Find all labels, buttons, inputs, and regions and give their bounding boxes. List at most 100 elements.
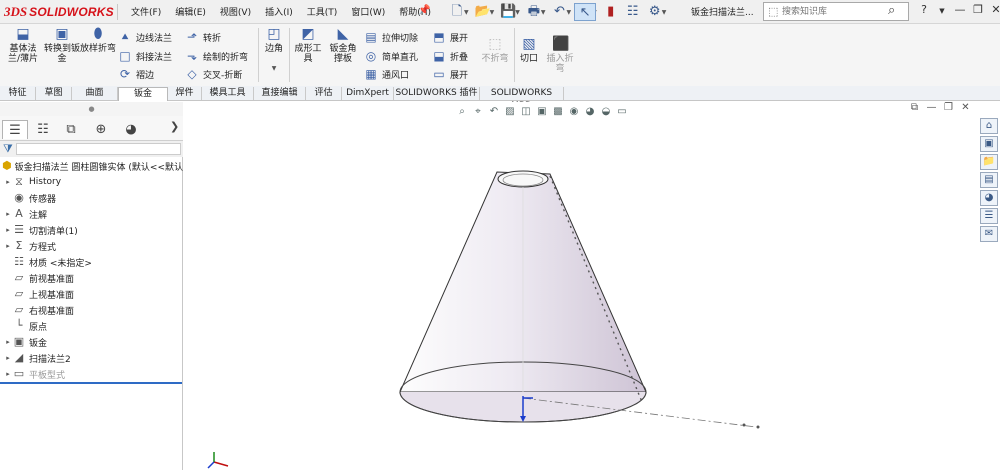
tab-surfaces[interactable]: 曲面 — [72, 87, 118, 100]
expand-arrow-icon[interactable]: ▸ — [4, 242, 12, 250]
edge-flange-label: 边线法兰 — [136, 33, 173, 44]
filter-funnel-icon[interactable]: ⧩ — [3, 142, 13, 156]
tree-item[interactable]: ▱ 上视基准面 — [0, 286, 183, 302]
feature-manager-tab-icon[interactable]: ☰ — [2, 120, 28, 139]
custom-properties-icon[interactable]: ☰ — [980, 208, 998, 224]
tree-item[interactable]: ▸ A 注解 — [0, 206, 183, 222]
expand-arrow-icon[interactable]: ▸ — [4, 354, 12, 362]
tab-sketch[interactable]: 草图 — [36, 87, 72, 100]
rollback-bar[interactable] — [0, 382, 182, 384]
simple-hole-button[interactable]: ◎ 简单直孔 — [364, 48, 418, 64]
configuration-manager-tab-icon[interactable]: ⧉ — [58, 120, 84, 139]
expand-arrow-icon[interactable]: ▸ — [4, 226, 12, 234]
minimize-icon[interactable]: — — [951, 3, 969, 19]
menu-view[interactable]: 视图(V) — [220, 5, 251, 18]
forum-icon[interactable]: ✉ — [980, 226, 998, 242]
undo-icon[interactable]: ↶ — [549, 3, 571, 21]
tab-direct-editing[interactable]: 直接编辑 — [254, 87, 306, 100]
tree-item[interactable]: ▱ 右视基准面 — [0, 302, 183, 318]
unfold-button[interactable]: ⬒ 展开 — [432, 29, 468, 45]
tab-weldments[interactable]: 焊件 — [168, 87, 202, 100]
fold-button[interactable]: ⬓ 折叠 — [432, 48, 468, 64]
file-properties-icon[interactable]: ☷ — [622, 3, 644, 21]
close-icon[interactable]: ✕ — [987, 3, 1000, 19]
menu-file[interactable]: 文件(F) — [131, 5, 161, 18]
design-library-icon[interactable]: ▣ — [980, 136, 998, 152]
tree-item[interactable]: ▸ ◢ 扫描法兰2 — [0, 350, 183, 366]
material-icon: ☷ — [14, 255, 24, 268]
file-explorer-icon[interactable]: 📁 — [980, 154, 998, 170]
tree-item[interactable]: ▸ ☰ 切割清单(1) — [0, 222, 183, 238]
tab-evaluate[interactable]: 评估 — [306, 87, 342, 100]
display-manager-tab-icon[interactable]: ◕ — [118, 120, 144, 139]
print-icon[interactable]: 🖶 — [523, 3, 545, 21]
menu-edit[interactable]: 编辑(E) — [175, 5, 206, 18]
rebuild-traffic-light-icon[interactable]: ▮ — [600, 3, 622, 21]
tree-item[interactable]: ▸ ⧖ History — [0, 174, 183, 190]
forming-tool-button[interactable]: ◩ 成形工具 — [292, 26, 324, 64]
search-icon[interactable]: ⌕ — [888, 3, 895, 18]
tab-solidworks-addins[interactable]: SOLIDWORKS 插件 — [394, 87, 480, 100]
expand-arrow-icon[interactable]: ▸ — [4, 178, 12, 186]
new-document-icon[interactable]: 🗋 — [446, 3, 468, 21]
no-bends-button[interactable]: ⬚ 不折弯 — [478, 36, 512, 64]
search-knowledge-base[interactable]: ⬚ ⌕ — [763, 2, 909, 21]
home-icon[interactable]: ⌂ — [980, 118, 998, 134]
chevron-down-icon[interactable]: ▼ — [933, 3, 951, 19]
sketched-bend-button[interactable]: ⬎ 绘制的折弯 — [185, 48, 248, 64]
appearances-icon[interactable]: ◕ — [980, 190, 998, 206]
hem-button[interactable]: ⟳ 褶边 — [118, 66, 154, 82]
tree-item[interactable]: ▱ 前视基准面 — [0, 270, 183, 286]
menu-insert[interactable]: 插入(I) — [265, 5, 293, 18]
tab-dimxpert[interactable]: DimXpert — [342, 87, 394, 100]
tab-solidworks-mbd[interactable]: SOLIDWORKS MBD — [480, 87, 564, 111]
sheet-metal-gusset-button[interactable]: ◣ 钣金角撑板 — [326, 26, 360, 64]
tree-item[interactable]: ▸ Σ 方程式 — [0, 238, 183, 254]
convert-to-sheet-metal-button[interactable]: ▣ 转换到钣金 — [44, 26, 80, 64]
chevron-down-icon[interactable]: ▼ — [261, 64, 287, 74]
chevron-right-icon[interactable]: ❯ — [170, 120, 179, 133]
open-folder-icon[interactable]: 📂 — [472, 3, 494, 21]
filter-input[interactable] — [16, 143, 181, 155]
menu-window[interactable]: 窗口(W) — [351, 5, 385, 18]
view-palette-icon[interactable]: ▤ — [980, 172, 998, 188]
tab-sheet-metal[interactable]: 钣金 — [118, 87, 168, 101]
expand-arrow-icon[interactable]: ▸ — [4, 210, 12, 218]
help-button[interactable]: ? — [915, 3, 933, 19]
tree-item[interactable]: └ 原点 — [0, 318, 183, 334]
tree-item[interactable]: ▸ ▣ 钣金 — [0, 334, 183, 350]
dimxpert-manager-tab-icon[interactable]: ⊕ — [88, 120, 114, 139]
flatten-button[interactable]: ▭ 展开 — [432, 66, 468, 82]
tree-item[interactable]: ☷ 材质 <未指定> — [0, 254, 183, 270]
edge-flange-button[interactable]: ⯅ 边线法兰 — [118, 29, 172, 45]
pin-menu-icon[interactable]: 📌 — [418, 5, 430, 16]
options-gear-icon[interactable]: ⚙ — [644, 3, 666, 21]
vent-button[interactable]: ▦ 通风口 — [364, 66, 409, 82]
graphics-area[interactable]: ⌕ ⌖ ↶ ▨ ◫ ▣ ▩ ◉ ◕ ◒ ▭ ⧉ — ❐ ✕ — [184, 102, 978, 470]
tree-item[interactable]: ◉ 传感器 — [0, 190, 183, 206]
cone-model[interactable] — [399, 170, 647, 423]
solidworks-logo[interactable]: 3DS SOLIDWORKS — [4, 3, 114, 21]
rip-button[interactable]: ▧ 切口 — [517, 36, 541, 64]
tab-features[interactable]: 特征 — [0, 87, 36, 100]
select-cursor-icon[interactable]: ↖ — [574, 3, 597, 21]
corners-button[interactable]: ◰ 边角 ▼ — [261, 26, 287, 74]
tree-root[interactable]: ⬢ 钣金扫描法兰 圆柱圆锥实体 (默认<<默认 — [0, 158, 183, 174]
jog-button[interactable]: ⬏ 转折 — [185, 29, 221, 45]
base-flange-button[interactable]: ⬓ 基体法兰/薄片 — [4, 26, 42, 64]
miter-flange-button[interactable]: □ 斜接法兰 — [118, 48, 172, 64]
search-input[interactable] — [782, 4, 886, 19]
expand-arrow-icon[interactable]: ▸ — [4, 370, 12, 378]
restore-icon[interactable]: ❐ — [969, 3, 987, 19]
tree-item[interactable]: ▸ ▭ 平板型式 — [0, 366, 183, 382]
property-manager-tab-icon[interactable]: ☷ — [30, 120, 56, 139]
tab-mold-tools[interactable]: 模具工具 — [202, 87, 254, 100]
menu-tools[interactable]: 工具(T) — [307, 5, 338, 18]
expand-arrow-icon[interactable]: ▸ — [4, 338, 12, 346]
extruded-cut-button[interactable]: ▤ 拉伸切除 — [364, 29, 418, 45]
insert-bends-button[interactable]: ⬛ 插入折弯 — [543, 36, 577, 74]
lofted-bend-button[interactable]: ⬮ 放样折弯 — [80, 26, 116, 54]
cross-break-button[interactable]: ◇ 交叉-折断 — [185, 66, 242, 82]
panel-resize-handle[interactable]: ● — [0, 102, 183, 116]
save-icon[interactable]: 💾 — [497, 3, 519, 21]
